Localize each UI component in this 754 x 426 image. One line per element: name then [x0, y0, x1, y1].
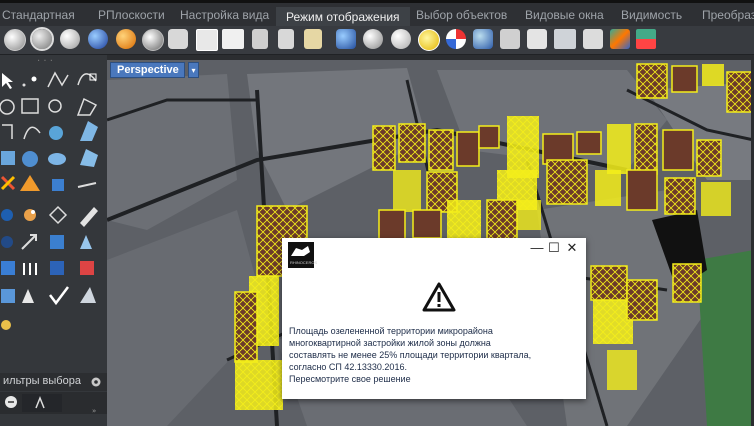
- environment-map-icon[interactable]: [473, 29, 493, 49]
- minimize-button[interactable]: —: [530, 240, 544, 255]
- rendered-sphere-icon[interactable]: [60, 29, 80, 49]
- shaded-sphere-icon[interactable]: [30, 27, 54, 51]
- lights-icon[interactable]: [22, 289, 34, 303]
- panel-tab-strip: »: [0, 392, 107, 415]
- boolean-icon[interactable]: [0, 175, 16, 191]
- close-button[interactable]: ✕: [565, 240, 579, 256]
- point-icon[interactable]: [22, 76, 37, 87]
- arrows-up-icon[interactable]: [23, 263, 37, 275]
- message-line: Площадь озелененной территории микрорайо…: [289, 326, 493, 336]
- rotate-icon[interactable]: [21, 234, 37, 250]
- orange-sphere-icon[interactable]: [116, 29, 136, 49]
- blue-objects-icon[interactable]: [336, 29, 356, 49]
- move-icon[interactable]: [1, 236, 13, 248]
- osnap-tab-icon[interactable]: [5, 396, 17, 408]
- dimension-icon[interactable]: [80, 261, 94, 275]
- zebra-sphere-icon[interactable]: [446, 29, 466, 49]
- tab-select-objects[interactable]: Выбор объектов: [416, 8, 507, 22]
- tool-icons: · · ·: [0, 56, 98, 330]
- ghosted-sphere-icon[interactable]: [363, 29, 383, 49]
- color-stripes-icon[interactable]: [610, 29, 630, 49]
- svg-text:· · ·: · · ·: [37, 56, 53, 67]
- white-sphere-icon[interactable]: [391, 29, 411, 49]
- printer-icon[interactable]: [500, 29, 520, 49]
- array-icon[interactable]: [1, 261, 15, 275]
- maximize-button[interactable]: ☐: [547, 240, 561, 256]
- house-icon[interactable]: [196, 29, 218, 51]
- dialog-message: Площадь озелененной территории микрорайо…: [289, 325, 579, 385]
- offset-icon[interactable]: [49, 126, 63, 140]
- red-cross-icon[interactable]: [527, 29, 547, 49]
- polygon-icon[interactable]: [76, 97, 98, 116]
- mirror-icon[interactable]: [80, 235, 92, 249]
- bottle-icon[interactable]: [252, 29, 268, 49]
- freeform-icon[interactable]: [48, 99, 62, 113]
- snap-icon[interactable]: [48, 205, 68, 225]
- warning-icon: [422, 282, 456, 312]
- rhino-logo-icon: [291, 246, 310, 256]
- tab-viewports[interactable]: Видовые окна: [525, 8, 604, 22]
- warning-dialog: RHINOCEROS — ☐ ✕ Площадь озелененной тер…: [282, 238, 586, 399]
- tab-cplanes[interactable]: РПлоскости: [98, 8, 165, 22]
- car-icon[interactable]: [222, 29, 244, 49]
- pen-tool-icon[interactable]: [80, 207, 98, 227]
- camera-icon[interactable]: [80, 287, 96, 303]
- monitor-icon[interactable]: [554, 29, 576, 49]
- tool-palette: · · · ильтры выбора »: [0, 55, 107, 426]
- message-line: согласно СП 42.13330.2016.: [289, 362, 407, 372]
- bottle-shaded-icon[interactable]: [304, 29, 322, 49]
- panel-tab-icons: »: [5, 394, 96, 415]
- grid-array-icon[interactable]: [50, 261, 64, 275]
- surface-icon[interactable]: [80, 121, 98, 141]
- gear-icon[interactable]: [90, 376, 102, 388]
- curve-icon[interactable]: [77, 73, 97, 86]
- select-arrow-icon[interactable]: [2, 73, 13, 89]
- gumball-icon[interactable]: [24, 209, 36, 221]
- sphere-icon[interactable]: [22, 151, 38, 167]
- layer-icon[interactable]: [1, 289, 15, 303]
- message-line: Пересмотрите свое решение: [289, 374, 411, 384]
- wireframe-sphere-icon[interactable]: [4, 29, 26, 51]
- rectangle-icon[interactable]: [21, 98, 39, 114]
- ribbon-tab-bar: Стандартная РПлоскости Настройка вида Ре…: [0, 0, 754, 29]
- mesh-icon[interactable]: [77, 182, 97, 188]
- circle-icon[interactable]: [0, 99, 15, 115]
- arc-icon[interactable]: [23, 126, 41, 140]
- rhino-logo-text: RHINOCEROS: [290, 260, 318, 265]
- yellow-sphere-icon[interactable]: [418, 29, 440, 51]
- svg-text:»: »: [92, 407, 96, 414]
- tab-set-view[interactable]: Настройка вида: [180, 8, 269, 22]
- message-line: составлять не менее 25% площади территор…: [289, 350, 532, 360]
- extrude-icon[interactable]: [80, 149, 98, 167]
- explode-icon[interactable]: [20, 175, 40, 191]
- viewport-title-tab[interactable]: Perspective: [110, 62, 185, 78]
- cube-wireframe-icon[interactable]: [583, 29, 603, 49]
- bottle-outline-icon[interactable]: [278, 29, 294, 49]
- tab-standard[interactable]: Стандартная: [2, 8, 75, 22]
- polyline-icon[interactable]: [47, 71, 69, 88]
- tab-visibility[interactable]: Видимость: [621, 8, 682, 22]
- rhino-logo: RHINOCEROS: [288, 242, 318, 268]
- viewport-menu-button[interactable]: ▾: [188, 62, 199, 78]
- cylinder-icon[interactable]: [48, 153, 66, 165]
- color-grid-icon[interactable]: [636, 29, 656, 49]
- split-icon[interactable]: [52, 179, 64, 191]
- box-icon[interactable]: [1, 151, 15, 165]
- check-icon[interactable]: [49, 286, 69, 306]
- display-mode-toolbar: [0, 26, 754, 55]
- tab-transform[interactable]: Преобразо: [702, 8, 754, 22]
- selection-filters-bar: ильтры выбора: [0, 373, 107, 391]
- analyze-icon[interactable]: [1, 320, 11, 330]
- message-line: многоквартирной застройки жилой зоны дол…: [289, 338, 491, 348]
- pen-sphere-icon[interactable]: [168, 29, 188, 49]
- edit-points-icon[interactable]: [1, 209, 13, 221]
- blue-sphere-icon[interactable]: [88, 29, 108, 49]
- fillet-icon[interactable]: [2, 124, 13, 139]
- scale-icon[interactable]: [50, 235, 64, 249]
- grid-sphere-icon[interactable]: [142, 29, 164, 51]
- selection-filters-label: ильтры выбора: [3, 375, 81, 387]
